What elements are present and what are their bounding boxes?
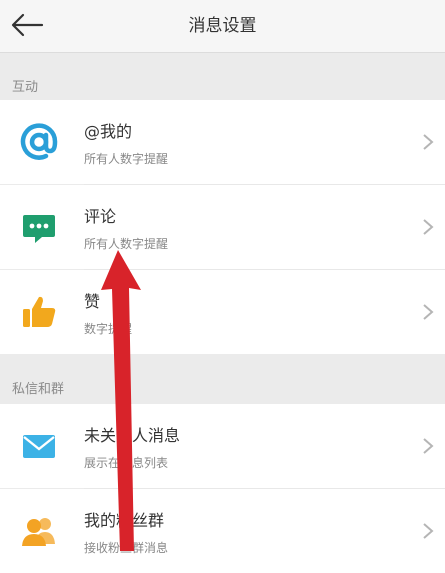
chevron-right-icon [423, 304, 434, 320]
setting-subtitle: 接收粉丝群消息 [84, 541, 169, 555]
setting-label: @我的 [84, 122, 133, 141]
setting-subtitle: 所有人数字提醒 [84, 237, 169, 251]
setting-subtitle: 所有人数字提醒 [84, 152, 169, 166]
setting-row-likes[interactable]: 赞 数字提醒 [0, 270, 445, 354]
chevron-right-icon [423, 438, 434, 454]
setting-label: 赞 [84, 292, 101, 311]
setting-label: 我的粉丝群 [84, 511, 165, 530]
setting-subtitle: 数字提醒 [84, 322, 133, 336]
chevron-right-icon [423, 134, 434, 150]
mail-icon [18, 425, 60, 467]
setting-row-fan-group[interactable]: 我的粉丝群 接收粉丝群消息 [0, 489, 445, 573]
chevron-right-icon [423, 523, 434, 539]
setting-row-at-me[interactable]: @我的 所有人数字提醒 [0, 100, 445, 184]
at-icon [18, 121, 60, 163]
section-label-messages-groups: 私信和群 [12, 382, 65, 397]
chevron-right-icon [423, 219, 434, 235]
group-icon [18, 510, 60, 552]
setting-row-unfollowed-messages[interactable]: 未关注人消息 展示在消息列表 [0, 404, 445, 488]
setting-label: 评论 [84, 207, 117, 226]
comment-icon [18, 206, 60, 248]
top-bar: 消息设置 [0, 0, 445, 53]
setting-label: 未关注人消息 [84, 426, 181, 445]
page-title: 消息设置 [188, 16, 257, 36]
setting-subtitle: 展示在消息列表 [84, 456, 169, 470]
thumbs-up-icon [18, 291, 60, 333]
setting-row-comments[interactable]: 评论 所有人数字提醒 [0, 185, 445, 269]
section-label-interaction: 互动 [12, 80, 39, 95]
